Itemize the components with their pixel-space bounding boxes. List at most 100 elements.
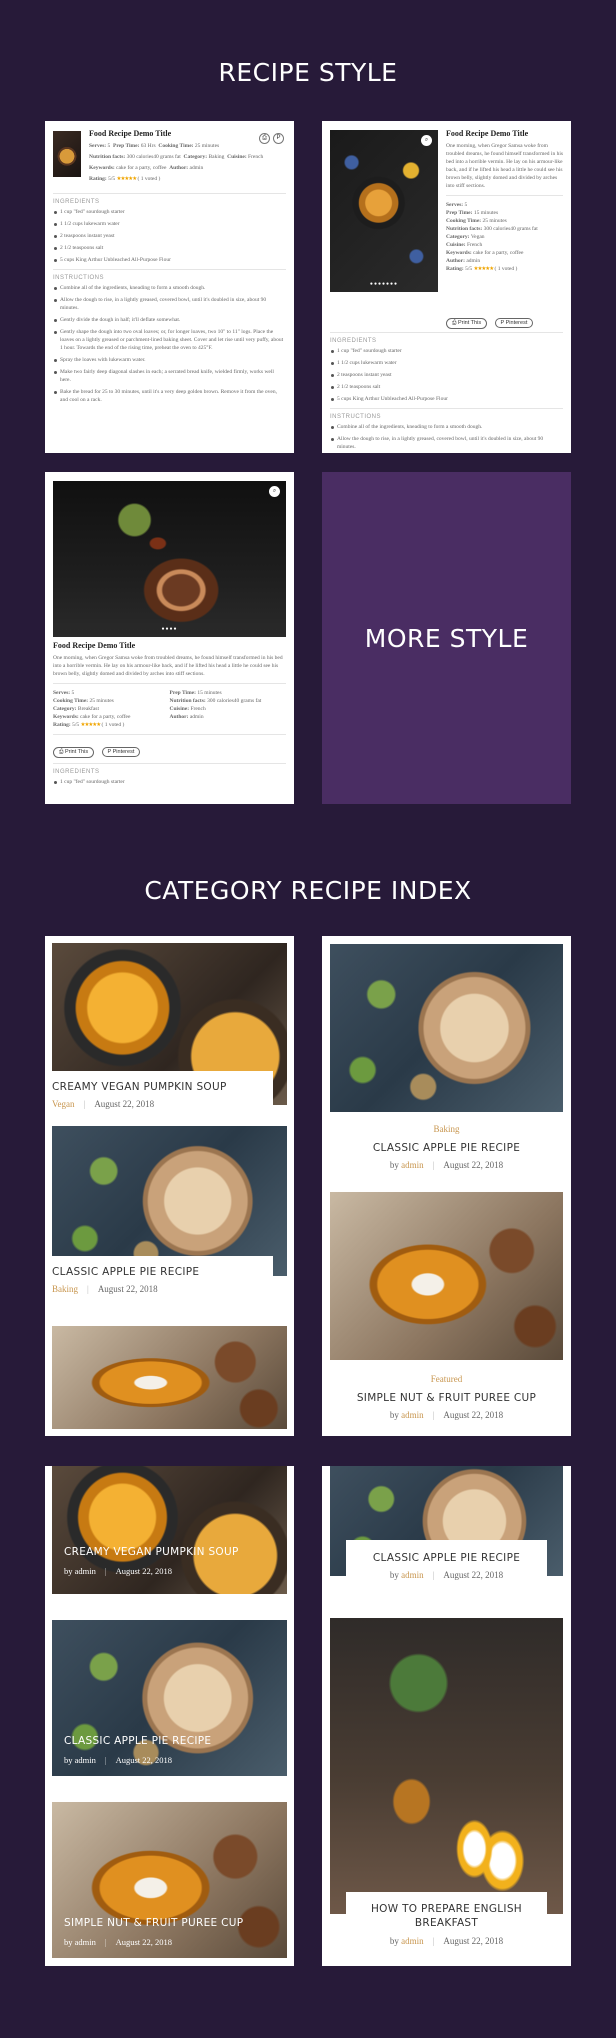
recipe-title-link[interactable]: SIMPLE NUT & FRUIT PUREE CUP — [322, 1392, 571, 1404]
recipe-image[interactable]: CLASSIC APPLE PIE RECIPE by admin | August… — [52, 1620, 287, 1776]
author-link[interactable]: admin — [401, 1410, 424, 1420]
divider — [53, 269, 286, 270]
prep-label: Prep Time: — [446, 210, 473, 216]
author-value: admin — [189, 714, 204, 720]
nutrition-value: 300 calories40 grams fat — [207, 698, 262, 704]
post-date: August 22, 2018 — [443, 1936, 504, 1946]
recipe-description: One morning, when Gregor Samsa woke from… — [446, 143, 564, 189]
instruction-item: Allow the dough to rise, in a lightly gr… — [53, 296, 286, 312]
rating-label: Rating: — [89, 176, 107, 182]
recipe-title: Food Recipe Demo Title — [53, 641, 136, 650]
pinterest-button[interactable]: P Pinterest — [101, 747, 141, 757]
recipe-card-style-3: ⌕ ●●●● Food Recipe Demo Title One mornin… — [45, 472, 294, 804]
nutrition-label: Nutrition facts: — [89, 154, 126, 160]
author-link[interactable]: admin — [75, 1937, 96, 1947]
author-link[interactable]: admin — [401, 1936, 424, 1946]
print-icon[interactable]: ⎙ — [259, 133, 270, 144]
instructions-heading: INSTRUCTIONS — [53, 275, 104, 281]
recipe-caption: HOW TO PREPARE ENGLISH BREAKFAST by admi… — [346, 1892, 547, 1958]
recipe-caption: CLASSIC APPLE PIE RECIPE Baking | August 2… — [45, 1256, 273, 1310]
recipe-image[interactable] — [52, 1126, 287, 1276]
cook-label: Cooking Time: — [446, 218, 482, 224]
recipe-image[interactable] — [52, 1326, 287, 1429]
recipe-title-link[interactable]: CREAMY VEGAN PUMPKIN SOUP — [52, 1081, 265, 1093]
recipe-image[interactable] — [330, 1192, 563, 1360]
instructions-list: Combine all of the ingredients, kneading… — [53, 284, 286, 404]
keywords-label: Keywords: — [53, 714, 79, 720]
ingredients-heading: INGREDIENTS — [53, 199, 100, 205]
rating-stars-icon[interactable]: ★★★★★ — [474, 266, 495, 272]
pinterest-button-label: Pinterest — [505, 320, 528, 326]
recipe-title-link[interactable]: CLASSIC APPLE PIE RECIPE — [346, 1552, 547, 1564]
recipe-image[interactable]: SIMPLE NUT & FRUIT PUREE CUP by admin | Au… — [52, 1802, 287, 1958]
author-label: Author: — [169, 714, 189, 720]
recipe-image: ⌕ ●●●● — [53, 481, 286, 637]
more-style-tile[interactable]: MORE STYLE — [322, 472, 571, 804]
recipe-title: Food Recipe Demo Title — [89, 129, 172, 138]
instruction-item: Combine all of the ingredients, kneading… — [53, 284, 286, 292]
ingredient-item: 1 cup "fed" sourdough starter — [330, 347, 563, 355]
rating-stars-icon[interactable]: ★★★★★ — [81, 722, 102, 728]
recipe-title-link[interactable]: CLASSIC APPLE PIE RECIPE — [64, 1735, 211, 1747]
recipe-title-link[interactable]: CREAMY VEGAN PUMPKIN SOUP — [64, 1546, 239, 1558]
slider-dots[interactable]: ●●●●●●● — [330, 281, 438, 287]
divider — [330, 332, 563, 333]
slider-dots[interactable]: ●●●● — [53, 626, 286, 632]
category-index-style-3: CREAMY VEGAN PUMPKIN SOUP by admin | Augus… — [45, 1466, 294, 1966]
author-value: admin — [466, 258, 481, 264]
category-link[interactable]: Vegan — [52, 1099, 75, 1109]
ingredients-list: 1 cup "fed" sourdough starter 1 1/2 cups… — [330, 347, 563, 403]
author-link[interactable]: admin — [401, 1570, 424, 1580]
category-link[interactable]: Baking — [52, 1284, 78, 1294]
ingredient-item: 2 teaspoons instant yeast — [53, 232, 286, 240]
cook-label: Cooking Time: — [53, 698, 89, 704]
instruction-item: Combine all of the ingredients, kneading… — [330, 423, 563, 431]
print-button[interactable]: ⎙ Print This — [53, 747, 95, 758]
prep-label: Prep Time: — [112, 143, 140, 149]
author-link[interactable]: admin — [75, 1566, 96, 1576]
rating-label: Rating: — [446, 266, 464, 272]
recipe-image: ⌕ ●●●●●●● — [330, 130, 438, 292]
category-link[interactable]: Baking — [434, 1124, 460, 1134]
category-value: Vegan — [470, 234, 485, 240]
instructions-list: Combine all of the ingredients, kneading… — [330, 423, 563, 451]
separator: | — [104, 1755, 107, 1765]
instructions-heading: INSTRUCTIONS — [330, 414, 381, 420]
recipe-title-link[interactable]: SIMPLE NUT & FRUIT PUREE CUP — [64, 1917, 243, 1929]
recipe-title: Food Recipe Demo Title — [446, 129, 529, 138]
recipe-title-link[interactable]: CLASSIC APPLE PIE RECIPE — [52, 1266, 265, 1278]
recipe-title-link[interactable]: CLASSIC APPLE PIE RECIPE — [322, 1142, 571, 1154]
separator: | — [432, 1936, 435, 1946]
keywords-value: cake for a party, coffee — [116, 165, 167, 171]
recipe-image[interactable] — [330, 944, 563, 1112]
recipe-image[interactable] — [330, 1618, 563, 1914]
category-index-style-1: CREAMY VEGAN PUMPKIN SOUP Vegan | August 2… — [45, 936, 294, 1436]
post-date: August 22, 2018 — [97, 1284, 158, 1294]
serves-value: 5 — [71, 690, 75, 696]
author-label: Author: — [169, 165, 189, 171]
rating-value: 5/5 — [465, 266, 473, 272]
category-link[interactable]: Featured — [431, 1374, 463, 1384]
instruction-item: Gently divide the dough in half; it'll d… — [53, 316, 286, 324]
divider — [53, 734, 286, 735]
author-link[interactable]: admin — [401, 1160, 424, 1170]
recipe-image[interactable]: CREAMY VEGAN PUMPKIN SOUP by admin | Augus… — [52, 1466, 287, 1594]
pinterest-icon[interactable]: P — [273, 133, 284, 144]
recipe-caption: CREAMY VEGAN PUMPKIN SOUP Vegan | August 2… — [45, 1071, 273, 1125]
divider — [53, 193, 286, 194]
zoom-icon[interactable]: ⌕ — [269, 486, 280, 497]
keywords-value: cake for a party, coffee — [473, 250, 524, 256]
zoom-icon[interactable]: ⌕ — [421, 135, 432, 146]
post-date: August 22, 2018 — [94, 1099, 155, 1109]
ingredient-item: 1 1/2 cups lukewarm water — [330, 359, 563, 367]
rating-value: 5/5 — [72, 722, 80, 728]
recipe-title-link[interactable]: HOW TO PREPARE ENGLISH BREAKFAST — [354, 1902, 539, 1930]
post-date: August 22, 2018 — [443, 1160, 504, 1170]
category-index-style-2: Baking CLASSIC APPLE PIE RECIPE by admin… — [322, 936, 571, 1436]
rating-stars-icon[interactable]: ★★★★★ — [117, 176, 138, 182]
post-date: August 22, 2018 — [115, 1755, 173, 1765]
nutrition-value: 300 calories40 grams fat — [126, 154, 181, 160]
by-label: by — [64, 1755, 73, 1765]
author-link[interactable]: admin — [75, 1755, 96, 1765]
separator: | — [87, 1284, 89, 1294]
